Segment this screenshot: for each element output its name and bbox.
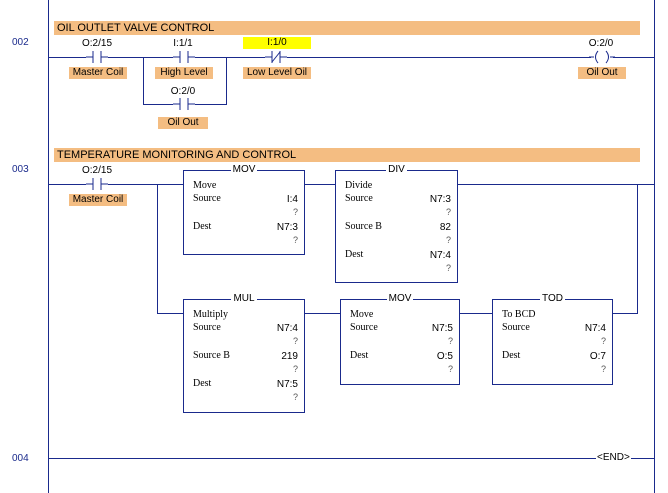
- source-value: ?: [292, 336, 298, 346]
- source-b-value[interactable]: 82: [440, 222, 451, 233]
- xic-contact-icon[interactable]: [173, 49, 195, 65]
- end-instruction[interactable]: <END>: [596, 452, 631, 464]
- div-instruction-block[interactable]: DIV Divide Source N7:3 ? Source B 82 ? D…: [335, 164, 458, 283]
- rung-number-002[interactable]: 002: [12, 37, 29, 48]
- source-b-current: ?: [292, 364, 298, 374]
- branch-wire-vertical-right: [637, 184, 638, 314]
- source-value: ?: [600, 336, 606, 346]
- dest-label: Dest: [345, 249, 364, 260]
- source-b-label: Source B: [345, 221, 382, 232]
- instruction-name: Divide: [345, 180, 373, 191]
- dest-value: ?: [292, 235, 298, 245]
- instruction-name: To BCD: [502, 309, 536, 320]
- dest-label: Dest: [193, 221, 212, 232]
- master-coil-address: O:2/15: [81, 38, 113, 49]
- dest-value: ?: [292, 392, 298, 402]
- xic-contact-icon[interactable]: [86, 49, 108, 65]
- wire-branch-to-right-rail: [637, 184, 655, 185]
- dest-label: Dest: [502, 350, 521, 361]
- high-level-tag: High Level: [155, 67, 213, 79]
- rung-comment-003: TEMPERATURE MONITORING AND CONTROL: [54, 148, 640, 162]
- branch-wire-left: [143, 57, 144, 104]
- master-coil-address: O:2/15: [81, 165, 113, 176]
- branch-wire-vertical-left: [157, 184, 158, 314]
- wire-tod-to-branch: [611, 313, 638, 314]
- source-value: ?: [292, 207, 298, 217]
- source-address[interactable]: N7:3: [430, 194, 451, 205]
- source-b-current: ?: [445, 235, 451, 245]
- xio-contact-icon[interactable]: [265, 49, 287, 65]
- instruction-name: Multiply: [193, 309, 229, 320]
- source-b-value[interactable]: 219: [281, 351, 298, 362]
- rung-comment-002: OIL OUTLET VALVE CONTROL: [54, 21, 640, 35]
- tod-instruction-block[interactable]: TOD To BCD Source N7:4 ? Dest O:7 ?: [492, 293, 613, 385]
- branch-wire-right: [226, 57, 227, 104]
- source-address[interactable]: N7:4: [277, 323, 298, 334]
- mul-title: MUL: [231, 293, 257, 304]
- left-power-rail: [48, 0, 49, 493]
- master-coil-tag: Master Coil: [69, 194, 127, 206]
- div-title: DIV: [386, 164, 407, 175]
- source-address[interactable]: N7:5: [432, 323, 453, 334]
- end-right-paren: >: [623, 452, 630, 463]
- dest-value: ?: [445, 263, 451, 273]
- branch-oil-out-tag: Oil Out: [158, 117, 208, 129]
- wire-mov-to-tod: [458, 313, 492, 314]
- source-label: Source: [193, 322, 221, 333]
- rung-003-wire-main: [49, 184, 183, 185]
- dest-label: Dest: [350, 350, 369, 361]
- wire-mov-to-div: [303, 184, 335, 185]
- dest-address[interactable]: O:7: [590, 351, 606, 362]
- rung-002-wire: [49, 57, 654, 58]
- output-coil-icon[interactable]: [589, 49, 615, 65]
- low-level-tag: Low Level Oil: [243, 67, 311, 79]
- tod-title: TOD: [540, 293, 565, 304]
- instruction-name: Move: [193, 180, 217, 191]
- mov-title: MOV: [230, 164, 258, 175]
- oil-out-coil-address: O:2/0: [588, 38, 614, 49]
- master-coil-tag: Master Coil: [69, 67, 127, 79]
- wire-div-to-rail: [456, 184, 637, 185]
- source-label: Source: [502, 322, 530, 333]
- oil-out-coil-tag: Oil Out: [578, 67, 626, 79]
- instruction-name: Move: [350, 309, 374, 320]
- low-level-address: I:1/0: [243, 37, 311, 49]
- mov-title: MOV: [386, 293, 414, 304]
- source-label: Source: [350, 322, 378, 333]
- rung-004-wire: [49, 458, 654, 459]
- rung-number-004[interactable]: 004: [12, 453, 29, 464]
- source-value: ?: [445, 207, 451, 217]
- dest-value: ?: [447, 364, 453, 374]
- right-power-rail: [654, 0, 655, 493]
- dest-address[interactable]: N7:5: [277, 379, 298, 390]
- wire-branch-to-mul: [157, 313, 183, 314]
- mov-instruction-block[interactable]: MOV Move Source N7:5 ? Dest O:5 ?: [340, 293, 460, 385]
- xic-contact-icon[interactable]: [86, 176, 108, 192]
- dest-label: Dest: [193, 378, 212, 389]
- source-value: ?: [447, 336, 453, 346]
- wire-mul-to-mov: [303, 313, 340, 314]
- dest-address[interactable]: N7:4: [430, 250, 451, 261]
- mov-instruction-block[interactable]: MOV Move Source I:4 ? Dest N7:3 ?: [183, 164, 305, 255]
- mul-instruction-block[interactable]: MUL Multiply Source N7:4 ? Source B 219 …: [183, 293, 305, 413]
- end-label: END: [602, 452, 624, 463]
- xic-contact-icon[interactable]: [173, 96, 195, 112]
- source-b-label: Source B: [193, 350, 230, 361]
- dest-address[interactable]: O:5: [437, 351, 453, 362]
- source-address[interactable]: N7:4: [585, 323, 606, 334]
- rung-number-003[interactable]: 003: [12, 164, 29, 175]
- source-label: Source: [193, 193, 221, 204]
- dest-address[interactable]: N7:3: [277, 222, 298, 233]
- high-level-address: I:1/1: [173, 38, 193, 49]
- source-address[interactable]: I:4: [287, 194, 298, 205]
- source-label: Source: [345, 193, 373, 204]
- dest-value: ?: [600, 364, 606, 374]
